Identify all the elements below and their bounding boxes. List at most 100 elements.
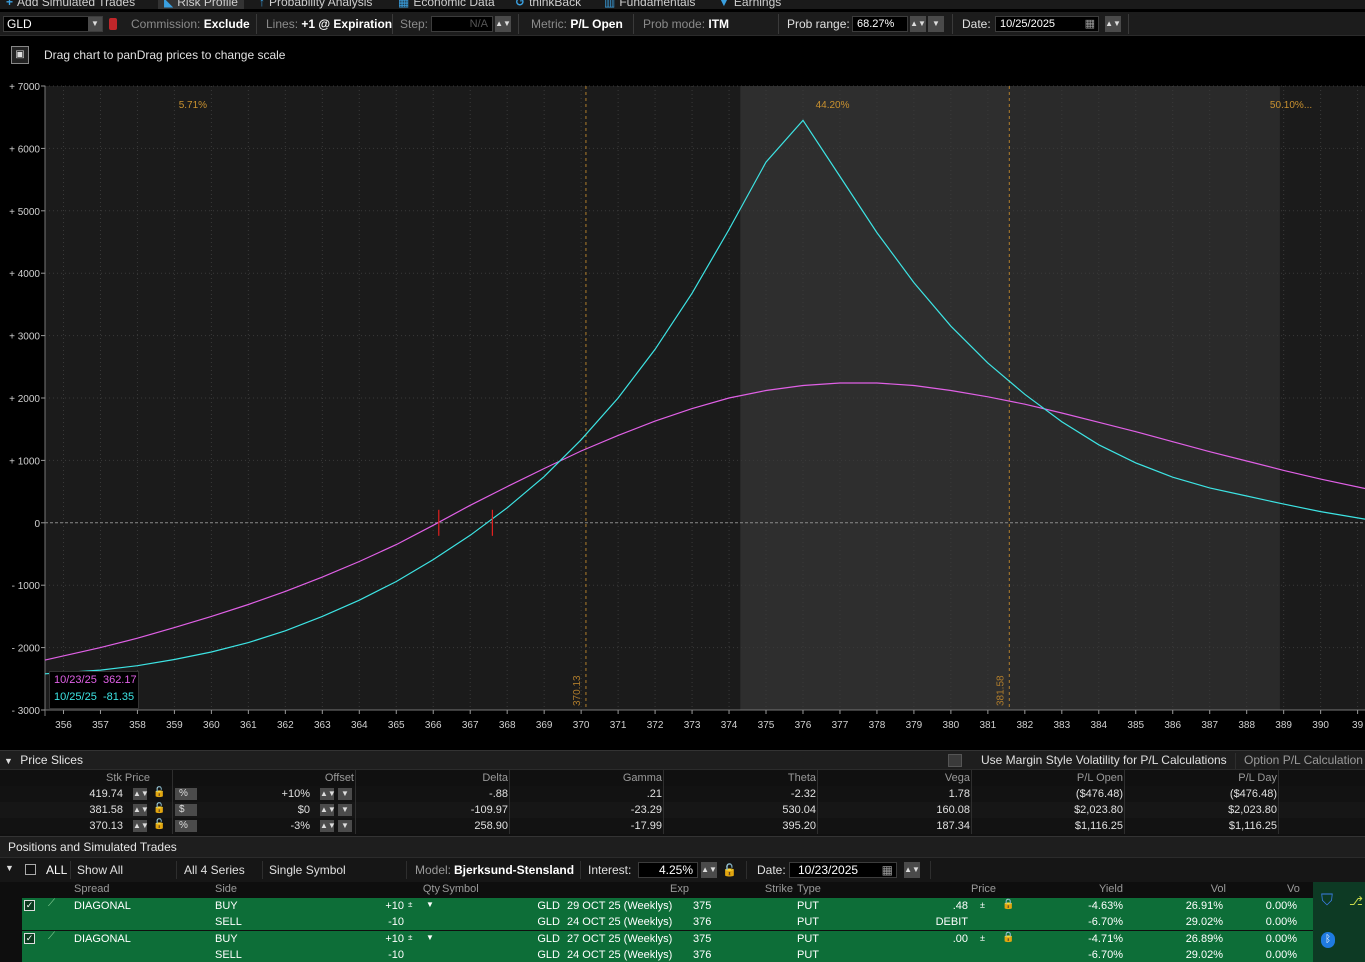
chevron-down-icon[interactable]: ▼	[338, 820, 352, 832]
offset-unit-toggle[interactable]: %	[175, 820, 197, 832]
price-slices-header[interactable]: ▼ Price Slices Use Margin Style Volatili…	[0, 750, 1365, 770]
prob-range-spinner[interactable]: ▲▼	[910, 16, 926, 32]
interest-input[interactable]: 4.25%	[638, 862, 698, 878]
strike-value[interactable]: 376	[693, 947, 711, 962]
date-input[interactable]: 10/25/2025 ▦	[995, 16, 1099, 32]
stk-price-spinner[interactable]: ▲▼	[133, 788, 149, 800]
qty-spinner[interactable]: ±	[408, 933, 416, 945]
strike-value[interactable]: 376	[693, 914, 711, 930]
tab-probability-analysis[interactable]: ↑ Probability Analysis	[259, 0, 372, 9]
side-value[interactable]: BUY	[215, 931, 238, 947]
prob-range-input[interactable]: 68.27%	[852, 16, 908, 32]
offset-spinner[interactable]: ▲▼	[320, 804, 336, 816]
price-value[interactable]	[902, 947, 968, 962]
stk-price-value[interactable]: 419.74	[60, 786, 123, 802]
side-value[interactable]: BUY	[215, 898, 238, 914]
strike-value[interactable]: 375	[693, 931, 711, 947]
position-row[interactable]: SELL -10 GLD 24 OCT 25 (Weeklys) 376 PUT DEBIT…	[22, 914, 1313, 930]
tab-fundamentals[interactable]: ▥ Fundamentals	[604, 0, 695, 9]
tab-add-simulated-trades[interactable]: + Add Simulated Trades	[6, 0, 135, 9]
row-checkbox[interactable]: ✓	[24, 900, 35, 911]
qty-spinner[interactable]: ±	[408, 900, 416, 912]
bluetooth-icon[interactable]: ᛒ	[1321, 932, 1335, 948]
offset-spinner[interactable]: ▲▼	[320, 788, 336, 800]
offset-unit-toggle[interactable]: %	[175, 788, 197, 800]
risk-profile-chart[interactable]: + 7000 + 6000 + 5000 + 4000 + 3000 + 2000 + 10…	[0, 76, 1365, 746]
lock-open-icon[interactable]: 🔓	[153, 819, 165, 830]
stk-price-value[interactable]: 370.13	[60, 818, 123, 834]
show-all-selector[interactable]: Show All	[77, 863, 123, 877]
step-input[interactable]: N/A	[431, 16, 493, 32]
side-value[interactable]: SELL	[215, 914, 242, 930]
margin-checkbox[interactable]	[948, 754, 962, 767]
step-spinner[interactable]: ▲▼	[495, 16, 511, 32]
chevron-down-icon[interactable]: ▼	[338, 804, 352, 816]
offset-value[interactable]: -3%	[250, 818, 310, 834]
price-spinner[interactable]: ±	[980, 933, 985, 943]
stk-price-value[interactable]: 381.58	[60, 802, 123, 818]
position-row[interactable]: ✓ ⟋ DIAGONAL BUY +10 GLD 29 OCT 25 (Weeklys) 37…	[22, 898, 1313, 914]
qty-value[interactable]: +10	[352, 931, 404, 947]
qty-value[interactable]: +10	[352, 898, 404, 914]
tab-risk-profile[interactable]: ◣ Risk Profile	[158, 0, 244, 9]
lock-open-icon[interactable]: 🔓	[153, 803, 165, 814]
tab-economic-data[interactable]: ▦ Economic Data	[398, 0, 495, 9]
prob-mode-selector[interactable]: Prob mode: ITM	[643, 16, 729, 32]
chevron-down-icon[interactable]: ▼	[88, 17, 102, 31]
commission-selector[interactable]: Commission: Exclude	[131, 16, 250, 32]
symbol-mode-selector[interactable]: Single Symbol	[269, 863, 346, 877]
exp-value[interactable]: 27 OCT 25 (Weeklys)	[567, 931, 672, 947]
position-row[interactable]: ✓ ⟋ DIAGONAL BUY +10 GLD 27 OCT 25 (Weeklys) 37…	[22, 931, 1313, 947]
stk-price-spinner[interactable]: ▲▼	[133, 804, 149, 816]
lock-icon[interactable]: 🔒	[1002, 932, 1014, 943]
vol-value[interactable]: 26.89%	[1152, 931, 1223, 947]
vol-value[interactable]: 29.02%	[1152, 914, 1223, 930]
price-spinner[interactable]: ±	[980, 900, 985, 910]
chevron-down-icon[interactable]: ▼	[426, 900, 434, 909]
app-icon[interactable]: ⎇	[1349, 894, 1363, 908]
positions-header[interactable]: Positions and Simulated Trades	[0, 836, 1365, 858]
lock-open-icon[interactable]: 🔓	[153, 787, 165, 798]
chevron-down-icon[interactable]: ▼	[338, 788, 352, 800]
pos-date-input[interactable]: 10/23/2025 ▦	[789, 862, 897, 878]
price-value[interactable]: DEBIT	[902, 914, 968, 930]
option-pl-calc-label[interactable]: Option P/L Calculation	[1244, 751, 1363, 769]
qty-value[interactable]: -10	[352, 947, 404, 962]
offset-value[interactable]: +10%	[250, 786, 310, 802]
chevron-down-icon[interactable]: ▼	[426, 933, 434, 942]
side-value[interactable]: SELL	[215, 947, 242, 962]
interest-spinner[interactable]: ▲▼	[701, 862, 717, 878]
series-selector[interactable]: All 4 Series	[184, 863, 245, 877]
model-value[interactable]: Bjerksund-Stensland	[454, 863, 574, 877]
calendar-icon[interactable]: ▦	[882, 863, 893, 877]
interest-lock-icon[interactable]: 🔓	[722, 863, 737, 877]
select-all-checkbox[interactable]	[25, 864, 36, 875]
pos-date-spinner[interactable]: ▲▼	[904, 862, 920, 878]
type-value[interactable]: PUT	[797, 931, 819, 947]
exp-value[interactable]: 29 OCT 25 (Weeklys)	[567, 898, 672, 914]
price-value[interactable]: .00	[902, 931, 968, 947]
strike-value[interactable]: 375	[693, 898, 711, 914]
tab-thinkback[interactable]: ↺ thinkBack	[515, 0, 581, 9]
price-value[interactable]: .48	[902, 898, 968, 914]
chevron-down-icon[interactable]: ▼	[4, 752, 13, 770]
lock-icon[interactable]: 🔒	[1002, 899, 1014, 910]
type-value[interactable]: PUT	[797, 947, 819, 962]
chevron-down-icon[interactable]: ▼	[928, 16, 944, 32]
symbol-selector[interactable]: GLD ▼	[3, 16, 103, 32]
row-checkbox[interactable]: ✓	[24, 933, 35, 944]
lock-icon[interactable]	[109, 18, 117, 30]
exp-value[interactable]: 24 OCT 25 (Weeklys)	[567, 947, 672, 962]
chevron-down-icon[interactable]: ▼	[5, 863, 14, 873]
risk-profile-plot[interactable]: + 7000 + 6000 + 5000 + 4000 + 3000 + 2000 + 10…	[0, 76, 1365, 746]
position-row[interactable]: SELL -10 GLD 24 OCT 25 (Weeklys) 376 PUT -6.70…	[22, 947, 1313, 962]
exp-value[interactable]: 24 OCT 25 (Weeklys)	[567, 914, 672, 930]
vol-value[interactable]: 26.91%	[1152, 898, 1223, 914]
calendar-icon[interactable]: ▦	[1085, 17, 1095, 31]
shield-icon[interactable]: ⛉	[1321, 892, 1333, 910]
vol-value[interactable]: 29.02%	[1152, 947, 1223, 962]
lines-selector[interactable]: Lines: +1 @ Expiration	[266, 16, 392, 32]
type-value[interactable]: PUT	[797, 898, 819, 914]
qty-value[interactable]: -10	[352, 914, 404, 930]
metric-selector[interactable]: Metric: P/L Open	[531, 16, 623, 32]
